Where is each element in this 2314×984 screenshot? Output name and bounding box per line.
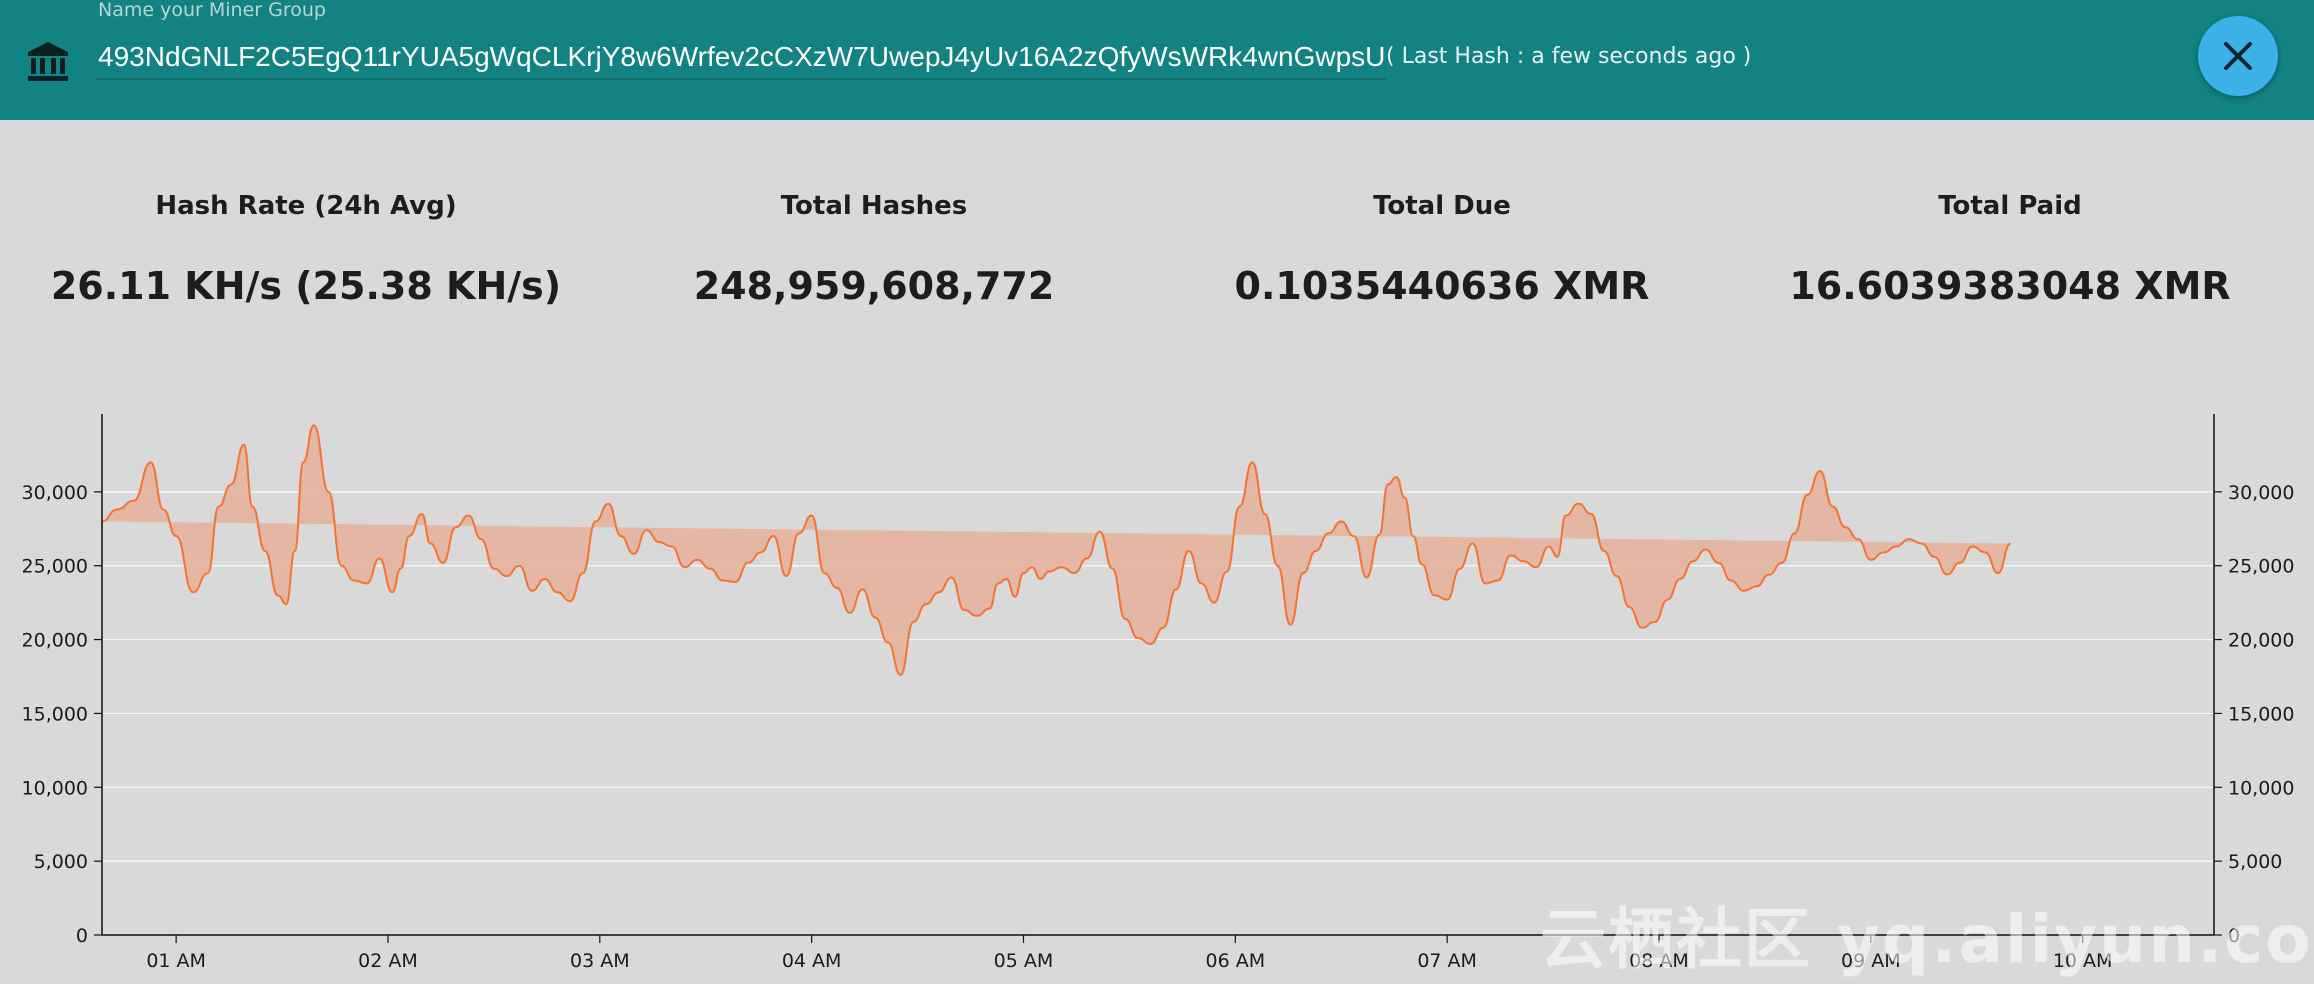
- bank-icon: [28, 42, 68, 81]
- y-tick-label-right: 25,000: [2228, 556, 2294, 578]
- series-area: [102, 425, 2011, 676]
- x-tick-label: 02 AM: [358, 950, 418, 972]
- x-tick-label: 03 AM: [570, 950, 630, 972]
- stat-value: 26.11 KH/s (25.38 KH/s): [50, 264, 562, 308]
- x-tick-label: 06 AM: [1206, 950, 1266, 972]
- stat-hash-rate: Hash Rate (24h Avg) 26.11 KH/s (25.38 KH…: [22, 186, 590, 308]
- y-tick-label-right: 15,000: [2228, 703, 2294, 725]
- x-tick-label: 05 AM: [994, 950, 1054, 972]
- last-hash-status: ( Last Hash : a few seconds ago ): [1386, 44, 1752, 69]
- x-tick-label: 07 AM: [1417, 950, 1477, 972]
- y-tick-label: 25,000: [22, 556, 88, 578]
- watermark: 云栖社区 yq.aliyun.com: [1540, 901, 2314, 978]
- stat-label: Total Due: [1373, 191, 1511, 221]
- close-button[interactable]: [2198, 16, 2278, 96]
- stat-label: Total Hashes: [780, 191, 968, 221]
- stat-value: 0.1035440636 XMR: [1234, 264, 1650, 308]
- y-tick-label: 0: [76, 925, 88, 947]
- y-tick-label-right: 10,000: [2228, 777, 2294, 799]
- miner-group-label: Name your Miner Group: [98, 0, 326, 21]
- y-tick-label-right: 5,000: [2228, 851, 2282, 873]
- close-icon: [2224, 42, 2252, 70]
- stat-label: Total Paid: [1938, 191, 2082, 221]
- x-tick-label: 04 AM: [782, 950, 842, 972]
- top-bar: Name your Miner Group ( Last Hash : a fe…: [0, 0, 2314, 120]
- y-tick-label-right: 30,000: [2228, 482, 2294, 504]
- wallet-address-input[interactable]: [96, 36, 1386, 80]
- y-tick-label: 30,000: [22, 482, 88, 504]
- y-tick-label: 10,000: [22, 777, 88, 799]
- y-tick-label: 20,000: [22, 630, 88, 652]
- stat-total-hashes: Total Hashes 248,959,608,772: [590, 186, 1158, 308]
- y-tick-label-right: 20,000: [2228, 630, 2294, 652]
- y-tick-label: 5,000: [34, 851, 88, 873]
- stat-value: 16.6039383048 XMR: [1789, 264, 2231, 308]
- stat-total-paid: Total Paid 16.6039383048 XMR: [1726, 186, 2294, 308]
- stat-value: 248,959,608,772: [693, 264, 1055, 308]
- x-tick-label: 01 AM: [146, 950, 206, 972]
- y-tick-label: 15,000: [22, 703, 88, 725]
- stat-label: Hash Rate (24h Avg): [155, 191, 457, 221]
- stat-total-due: Total Due 0.1035440636 XMR: [1158, 186, 1726, 308]
